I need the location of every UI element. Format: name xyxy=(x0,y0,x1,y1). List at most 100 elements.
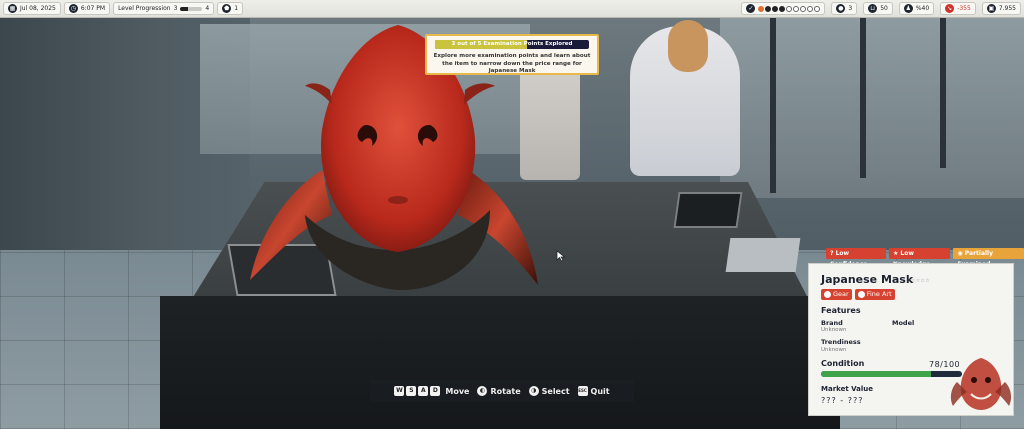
level-from: 3 xyxy=(173,5,178,12)
wallet-icon: ▣ xyxy=(986,4,996,13)
key-w: W xyxy=(394,386,405,396)
level-progress-fill xyxy=(180,6,189,11)
examination-progress-box: 3 out of 5 Examination Points Explored E… xyxy=(425,34,599,75)
customer-head xyxy=(668,20,708,72)
sales-pill: ⊔ 50 xyxy=(863,2,893,15)
counter-paper xyxy=(725,238,801,272)
cash-pill: ▣ 7.955 xyxy=(981,2,1021,15)
date-text: Jul 08, 2025 xyxy=(20,5,56,12)
brand-label: Brand xyxy=(821,319,843,327)
rotate-label: Rotate xyxy=(490,386,521,396)
window-right xyxy=(720,18,1024,198)
item-rating-stars: ☆☆☆☆☆ xyxy=(906,278,930,284)
level-progress-bar xyxy=(180,6,203,11)
calendar-icon: ▦ xyxy=(8,4,17,13)
profit-value: -355 xyxy=(957,5,971,12)
trendiness-label: Trendiness xyxy=(821,338,861,346)
items-value: 3 xyxy=(848,5,853,12)
condition-bar xyxy=(821,371,962,377)
examination-progress-label: 3 out of 5 Examination Points Explored xyxy=(451,41,573,47)
move-keys: W S A D xyxy=(394,386,441,396)
timeline-dot xyxy=(758,5,765,12)
category-fine-art-label: Fine Art xyxy=(866,290,892,298)
mouse-left-icon: ◑ xyxy=(528,386,539,396)
category-tag-fine-art: Fine Art xyxy=(854,289,895,300)
select-label: Select xyxy=(541,386,570,396)
top-hud: ▦ Jul 08, 2025 ◷ 6:07 PM Level Progressi… xyxy=(0,0,1024,18)
timeline-dot xyxy=(807,5,814,12)
timeline-dot xyxy=(800,5,807,12)
clock-icon: ◷ xyxy=(68,4,78,13)
rotate-control[interactable]: ◐ Rotate xyxy=(477,386,521,396)
timeline-dot xyxy=(779,5,786,12)
followers-pill: ♟ %40 xyxy=(898,2,935,15)
item-info-panel: Japanese Mask ☆☆☆☆☆ Gear Fine Art Featur… xyxy=(808,263,1014,416)
time-text: 6:07 PM xyxy=(80,5,106,12)
items-pill: ● 3 xyxy=(831,2,858,15)
move-label: Move xyxy=(445,386,470,396)
quit-control[interactable]: ESC Quit xyxy=(577,386,610,396)
market-value: ??? - ??? xyxy=(821,396,864,405)
key-a: A xyxy=(418,386,429,396)
level-to: 4 xyxy=(205,5,210,12)
shop-counter-front xyxy=(160,296,840,429)
timeline-dot xyxy=(765,5,772,12)
market-value-label: Market Value xyxy=(821,385,874,393)
reputation-pill: ⬟ 1 xyxy=(217,2,244,15)
mask-thumbnail-icon xyxy=(950,358,1012,410)
timeline-dot xyxy=(786,5,793,12)
window-frame xyxy=(860,18,866,178)
features-heading: Features xyxy=(821,306,861,315)
hud-right-group: ✓ ● 3 ⊔ 50 ♟ %40 ↘ -355 ▣ 7.955 xyxy=(738,2,1021,15)
sales-value: 50 xyxy=(880,5,888,12)
trendiness-value: Unknown xyxy=(821,347,847,353)
examination-progress-bar: 3 out of 5 Examination Points Explored xyxy=(435,40,589,49)
brand-value: Unknown xyxy=(821,327,847,333)
profit-pill: ↘ -355 xyxy=(940,2,976,15)
examination-hint: Explore more examination points and lear… xyxy=(433,53,591,74)
quit-label: Quit xyxy=(590,386,610,396)
counter-tablet xyxy=(673,192,743,228)
reputation-value: 1 xyxy=(234,5,239,12)
category-gear-label: Gear xyxy=(833,290,849,298)
pentagon-icon: ⬟ xyxy=(222,4,232,13)
condition-heading: Condition xyxy=(821,359,865,368)
check-icon: ✓ xyxy=(746,4,756,13)
category-tag-gear: Gear xyxy=(821,289,852,300)
cash-value: 7.955 xyxy=(998,5,1016,12)
people-icon: ♟ xyxy=(903,4,913,13)
window-frame xyxy=(770,18,776,193)
status-badges: ? Low Confidence ★ Low Knowledge ◉ Parti… xyxy=(826,248,1024,268)
select-control[interactable]: ◑ Select xyxy=(528,386,570,396)
model-label: Model xyxy=(892,319,915,327)
timeline-pill: ✓ xyxy=(741,2,826,15)
timeline-dot xyxy=(772,5,779,12)
item-name: Japanese Mask xyxy=(821,273,914,286)
trend-down-icon: ↘ xyxy=(945,4,955,13)
palette-icon xyxy=(857,291,865,298)
level-progression-pill: Level Progression 3 4 xyxy=(113,2,215,15)
window-frame xyxy=(940,18,946,168)
condition-bar-fill xyxy=(821,371,931,377)
level-label: Level Progression xyxy=(118,5,171,12)
time-pill: ◷ 6:07 PM xyxy=(63,2,111,15)
timeline-dot xyxy=(814,5,821,12)
gear-icon xyxy=(824,291,831,298)
key-esc: ESC xyxy=(577,386,588,396)
key-s: S xyxy=(406,386,417,396)
low-confidence-badge: ? Low Confidence xyxy=(826,248,886,268)
date-pill: ▦ Jul 08, 2025 xyxy=(3,2,61,15)
partially-examined-badge: ◉ Partially Examined xyxy=(953,248,1024,268)
timeline-track xyxy=(758,5,821,12)
timeline-dot xyxy=(793,5,800,12)
basket-icon: ⊔ xyxy=(868,4,878,13)
key-d: D xyxy=(430,386,441,396)
bag-icon: ● xyxy=(836,4,846,13)
move-control[interactable]: W S A D Move xyxy=(394,386,469,396)
followers-value: %40 xyxy=(915,5,930,12)
low-knowledge-badge: ★ Low Knowledge xyxy=(888,248,951,268)
mouse-right-icon: ◐ xyxy=(477,386,488,396)
controls-bar: W S A D Move ◐ Rotate ◑ Select ESC Quit xyxy=(370,380,634,402)
item-categories: Gear Fine Art xyxy=(821,289,895,300)
mouse-cursor-icon xyxy=(556,250,566,262)
